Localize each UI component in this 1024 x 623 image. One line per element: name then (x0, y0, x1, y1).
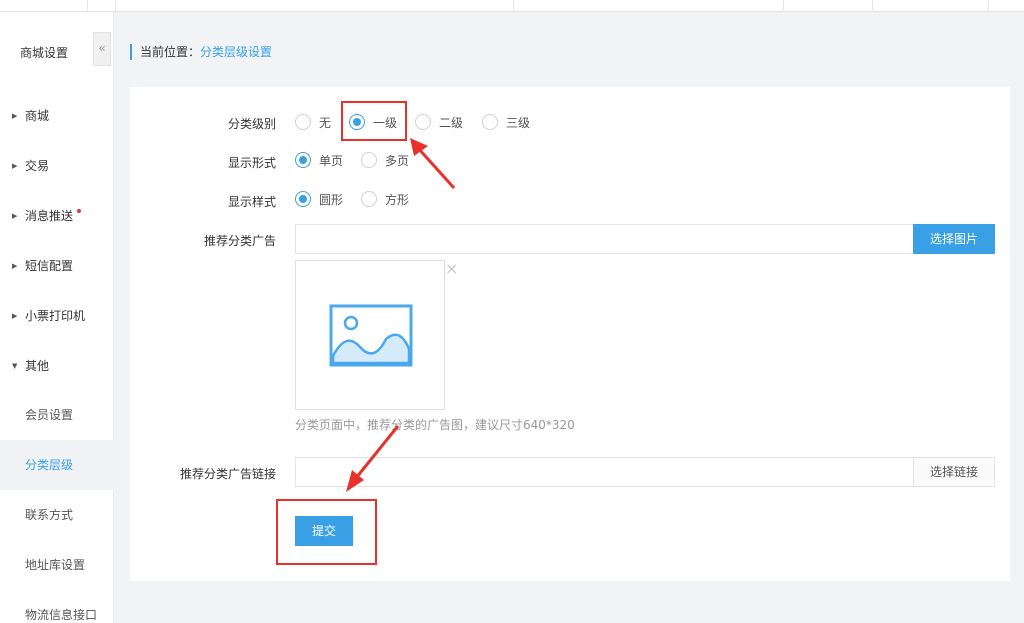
sidebar-subitem-label: 联系方式 (25, 508, 74, 522)
caret-right-icon: ▶ (12, 262, 18, 270)
sidebar-subitem-logistics[interactable]: 物流信息接口 (0, 590, 114, 623)
category-level-label: 分类级别 (227, 117, 276, 131)
choose-image-button[interactable]: 选择图片 (913, 224, 995, 254)
top-divider (783, 0, 784, 12)
sidebar-item-label: 其他 (25, 359, 50, 373)
ad-image-preview (295, 260, 445, 410)
settings-panel: 分类级别 无 一级 二级 三级 显示形式 单页 多页 显示样式 圆形 方形 推荐… (130, 87, 1010, 581)
display-form-label: 显示形式 (227, 156, 276, 170)
display-style-label: 显示样式 (227, 195, 276, 209)
radio-label: 圆形 (319, 193, 344, 207)
sidebar-item-printer[interactable]: ▶ 小票打印机 (0, 296, 114, 336)
top-bar (0, 0, 1024, 12)
sidebar-subitem-contact[interactable]: 联系方式 (0, 490, 114, 540)
top-divider (513, 0, 514, 12)
breadcrumb-current[interactable]: 分类层级设置 (200, 45, 272, 59)
ad-label: 推荐分类广告 (203, 234, 276, 248)
radio-circle (415, 114, 431, 130)
sidebar-item-sms[interactable]: ▶ 短信配置 (0, 246, 114, 286)
unread-dot (77, 209, 81, 213)
radio-label: 三级 (506, 116, 531, 130)
caret-right-icon: ▶ (12, 212, 18, 220)
sidebar-title: 商城设置 (20, 46, 69, 60)
caret-right-icon: ▶ (12, 162, 18, 170)
radio-circle (482, 114, 498, 130)
sidebar-subitem-label: 分类层级 (25, 458, 74, 472)
radio-label: 无 (319, 116, 332, 130)
radio-label: 方形 (385, 193, 410, 207)
collapse-sidebar-icon[interactable]: « (93, 32, 111, 66)
ad-link-input[interactable] (295, 457, 914, 487)
breadcrumb: 当前位置：分类层级设置 (130, 44, 272, 60)
radio-circle (361, 191, 377, 207)
sidebar-subitem-label: 会员设置 (25, 408, 74, 422)
radio-circle-checked (295, 191, 311, 207)
top-divider (87, 0, 88, 12)
choose-link-button[interactable]: 选择链接 (913, 457, 995, 487)
radio-circle (361, 152, 377, 168)
sidebar-item-other[interactable]: ▼ 其他 (0, 346, 114, 386)
sidebar-subitem-category-level[interactable]: 分类层级 (0, 440, 114, 490)
radio-label: 单页 (319, 154, 344, 168)
radio-label: 二级 (439, 116, 464, 130)
caret-right-icon: ▶ (12, 312, 18, 320)
caret-right-icon: ▶ (12, 112, 18, 120)
radio-circle (295, 114, 311, 130)
ad-hint: 分类页面中，推荐分类的广告图，建议尺寸640*320 (295, 418, 575, 432)
ad-image-input[interactable] (295, 224, 914, 254)
sidebar-item-label: 小票打印机 (25, 309, 86, 323)
sidebar-item-label: 商城 (25, 109, 50, 123)
sidebar-item-shop[interactable]: ▶ 商城 (0, 96, 114, 136)
top-divider (872, 0, 873, 12)
breadcrumb-prefix: 当前位置： (140, 45, 201, 59)
sidebar: 商城设置 « ▶ 商城 ▶ 交易 ▶ 消息推送 ▶ 短信配置 ▶ 小票打印机 ▼… (0, 12, 114, 623)
sidebar-item-trade[interactable]: ▶ 交易 (0, 146, 114, 186)
ad-link-label: 推荐分类广告链接 (179, 467, 276, 481)
sidebar-subitem-member[interactable]: 会员设置 (0, 390, 114, 440)
top-divider (115, 0, 116, 12)
sidebar-item-label: 交易 (25, 159, 50, 173)
sidebar-subitem-address[interactable]: 地址库设置 (0, 540, 114, 590)
image-placeholder-icon (329, 304, 413, 367)
caret-down-icon: ▼ (12, 362, 18, 370)
radio-circle-checked (295, 152, 311, 168)
remove-image-icon[interactable]: × (445, 261, 458, 277)
sidebar-subitem-label: 物流信息接口 (25, 608, 98, 622)
sidebar-item-message-push[interactable]: ▶ 消息推送 (0, 196, 114, 236)
annotation-box-level (341, 101, 407, 141)
sidebar-item-label: 消息推送 (25, 209, 74, 223)
sidebar-subitem-label: 地址库设置 (25, 558, 86, 572)
annotation-box-submit (276, 499, 377, 565)
radio-label: 多页 (385, 154, 410, 168)
sidebar-item-label: 短信配置 (25, 259, 74, 273)
top-divider (988, 0, 989, 12)
